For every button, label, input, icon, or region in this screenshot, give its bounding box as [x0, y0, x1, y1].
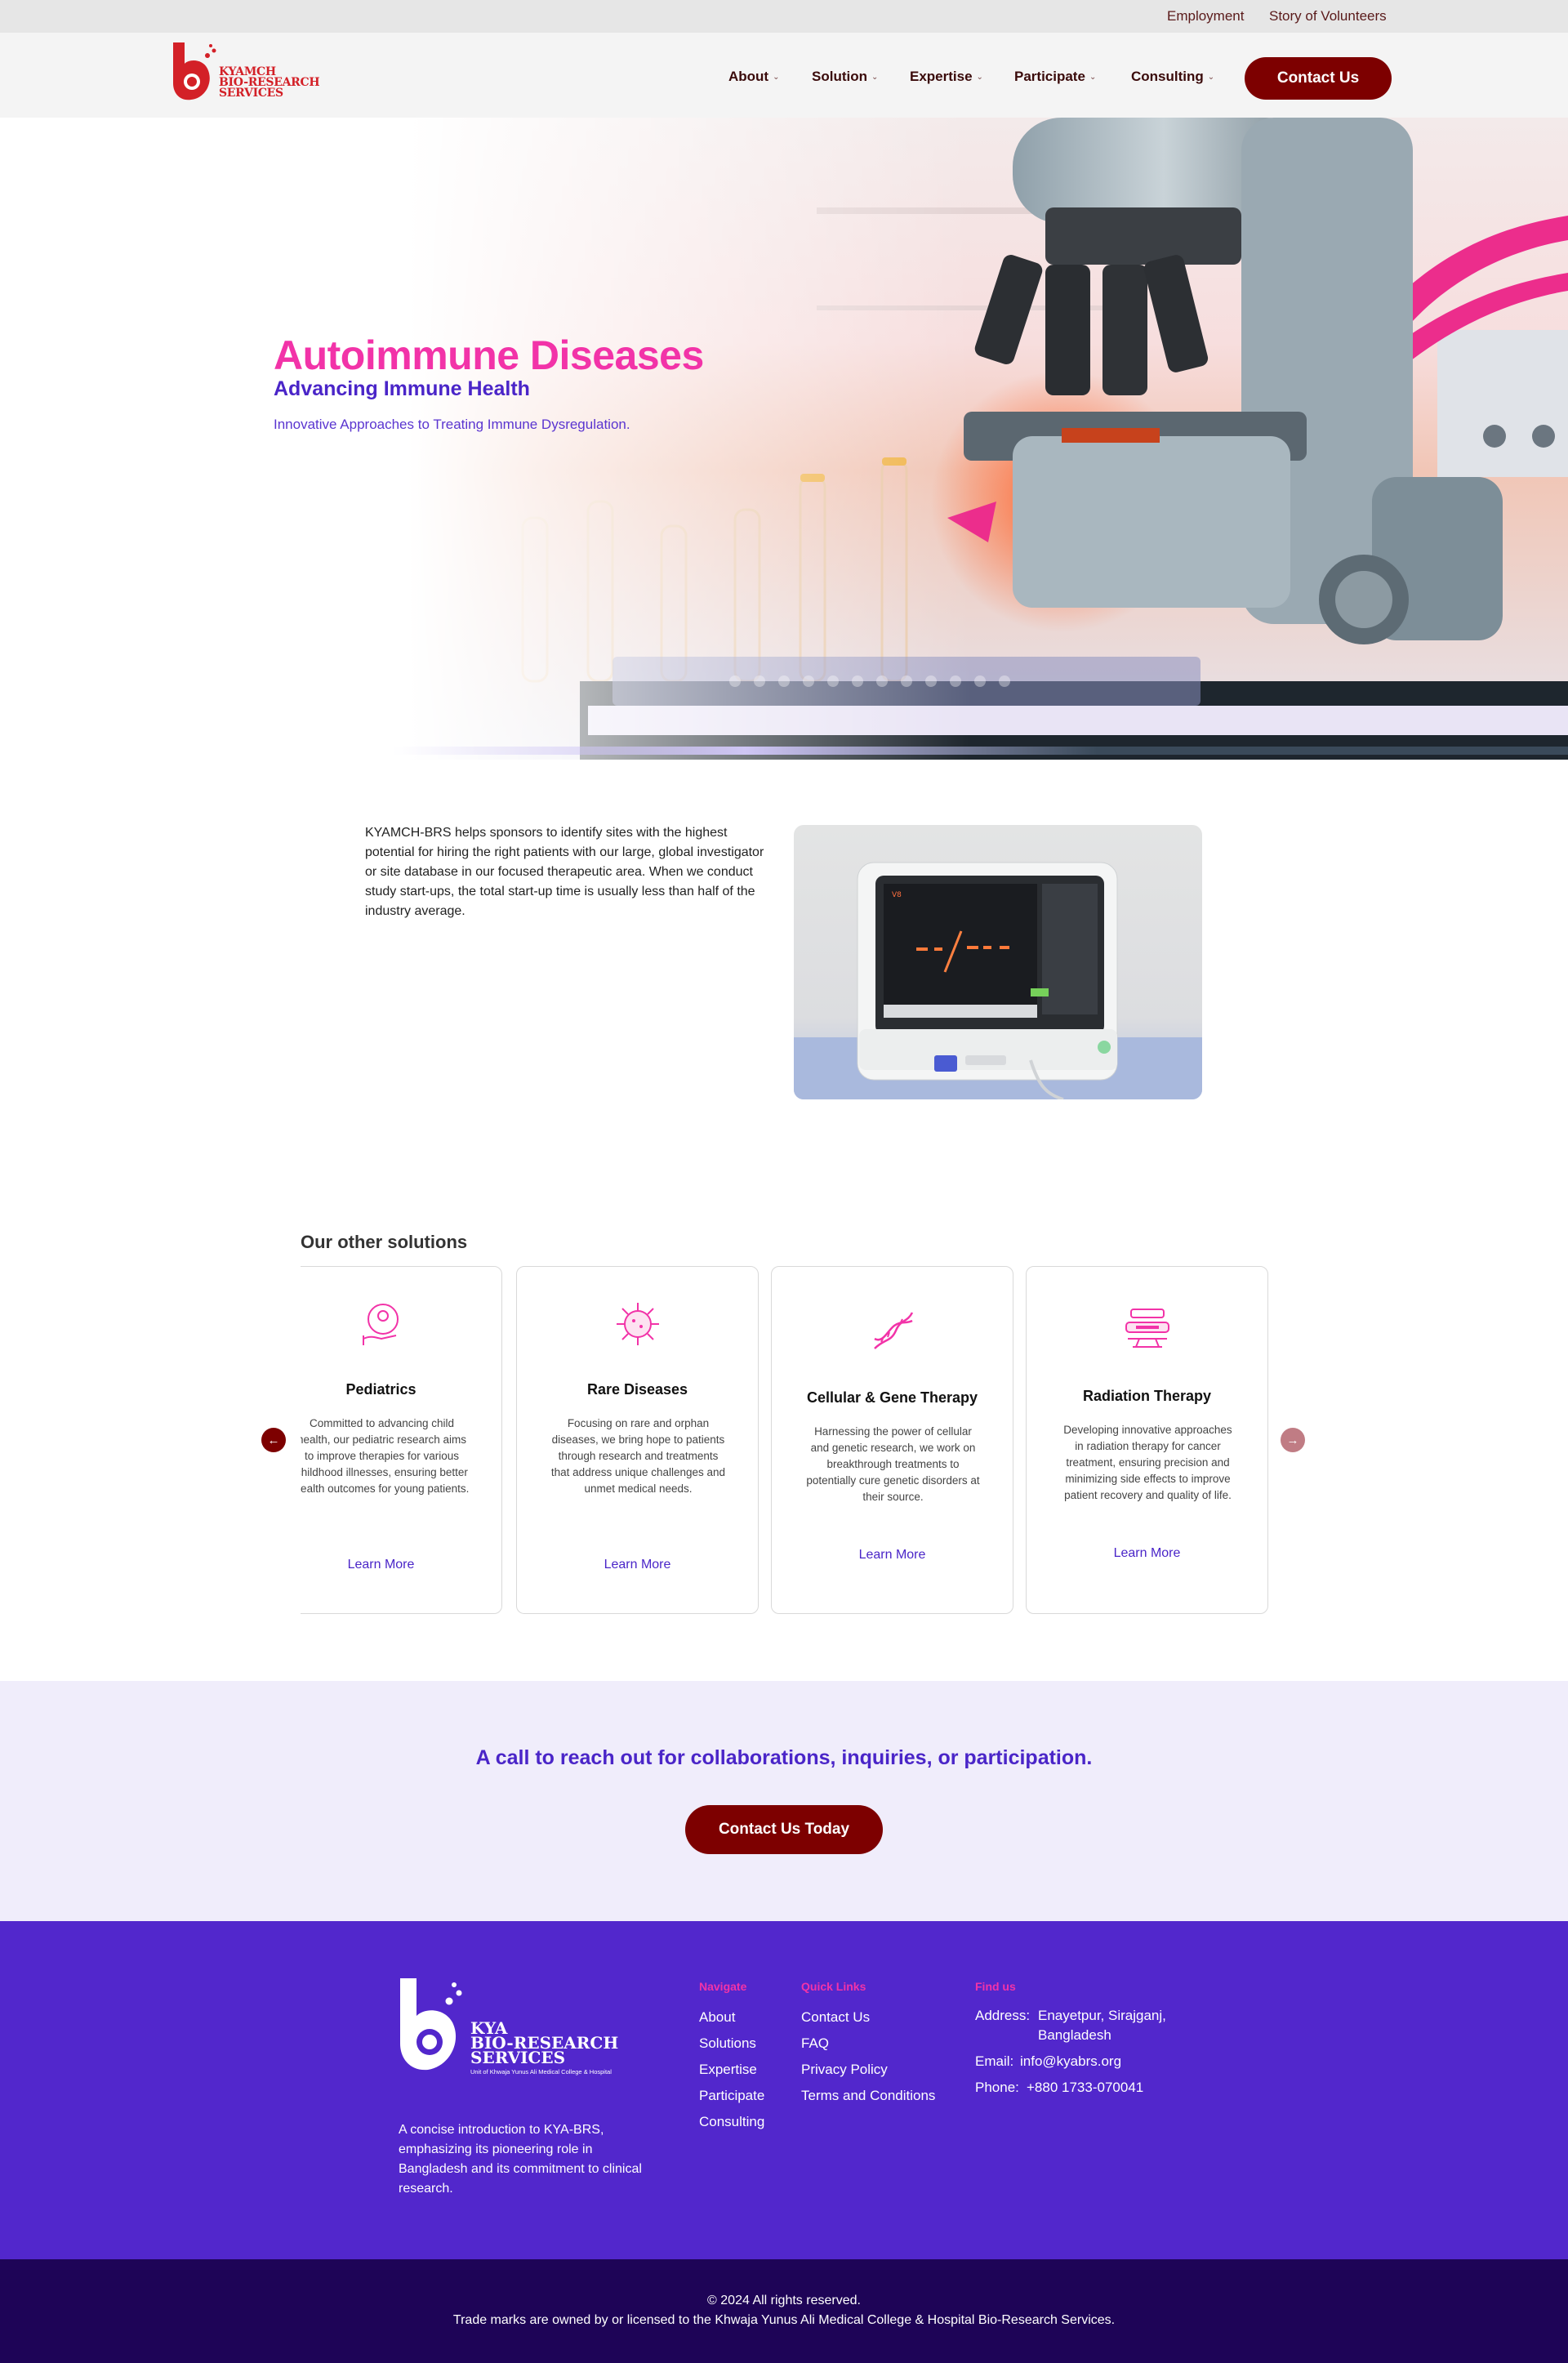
carousel-prev-arrow-icon[interactable]: ← — [261, 1428, 286, 1452]
nav-expertise[interactable]: Expertise ⌄ — [910, 69, 983, 85]
hero-subtitle: Advancing Immune Health — [274, 377, 530, 400]
site-footer: KYA BIO-RESEARCH SERVICES Unit of Khwaja… — [0, 1921, 1568, 2259]
footer-link-terms[interactable]: Terms and Conditions — [801, 2088, 935, 2104]
footer-link-contact-us[interactable]: Contact Us — [801, 2009, 870, 2026]
solution-card: Radiation Therapy Developing innovative … — [1026, 1266, 1268, 1614]
chevron-down-icon: ⌄ — [976, 72, 983, 82]
footer-email[interactable]: info@kyabrs.org — [1020, 2052, 1121, 2071]
hero-bottom-strip — [392, 747, 1568, 755]
solution-card: Rare Diseases Focusing on rare and orpha… — [516, 1266, 759, 1614]
solution-card: Cellular & Gene Therapy Harnessing the p… — [771, 1266, 1013, 1614]
footer-about-text: A concise introduction to KYA-BRS, empha… — [399, 2123, 642, 2196]
cta-section: A call to reach out for collaborations, … — [0, 1681, 1568, 1921]
nav-participate[interactable]: Participate ⌄ — [1014, 69, 1096, 85]
solution-card-title: Rare Diseases — [586, 1381, 688, 1398]
solution-card: Pediatrics Committed to advancing child … — [301, 1266, 502, 1614]
footer-address-label: Address: — [975, 2008, 1031, 2023]
patient-monitor-illustration: V8 — [794, 862, 1202, 1099]
footer-link-faq[interactable]: FAQ — [801, 2035, 829, 2052]
contact-us-today-button[interactable]: Contact Us Today — [685, 1805, 883, 1854]
footer-phone[interactable]: +880 1733-070041 — [1027, 2078, 1143, 2098]
logo-mark-icon — [400, 1978, 462, 2071]
solution-card-title: Pediatrics — [345, 1381, 416, 1398]
chevron-down-icon: ⌄ — [773, 72, 780, 82]
nav-solution[interactable]: Solution ⌄ — [812, 69, 878, 85]
solution-card-description: Harnessing the power of cellular and gen… — [806, 1425, 980, 1503]
trademark-text: Trade marks are owned by or licensed to … — [452, 2313, 1116, 2327]
site-header: KYAMCH BIO-RESEARCH SERVICES About ⌄ Solu… — [0, 33, 1568, 118]
solution-card-title: Cellular & Gene Therapy — [806, 1389, 978, 1406]
utility-bar: Employment Story of Volunteers — [0, 0, 1568, 33]
footer-email-label: Email: — [975, 2053, 1014, 2069]
footer-quick-links-title: Quick Links — [801, 1980, 866, 1993]
employment-link[interactable]: Employment — [1167, 8, 1244, 25]
solution-card-description: Developing innovative approaches in radi… — [1063, 1424, 1232, 1501]
nav-about[interactable]: About ⌄ — [728, 69, 779, 85]
footer-link-expertise[interactable]: Expertise — [699, 2062, 757, 2078]
contact-us-button[interactable]: Contact Us — [1245, 57, 1392, 100]
footer-link-consulting[interactable]: Consulting — [699, 2114, 764, 2130]
footer-address-line2: Bangladesh — [1038, 2027, 1111, 2043]
hero-description: Innovative Approaches to Treating Immune… — [274, 417, 630, 432]
solution-card-description: Focusing on rare and orphan diseases, we… — [550, 1417, 726, 1495]
nav-consulting[interactable]: Consulting ⌄ — [1131, 69, 1214, 85]
learn-more-link[interactable]: Learn More — [772, 1548, 1013, 1563]
story-of-volunteers-link[interactable]: Story of Volunteers — [1269, 8, 1387, 25]
hero-overlay — [0, 118, 1568, 760]
logo-wordmark: KYAMCH BIO-RESEARCH SERVICES — [219, 65, 320, 100]
footer-link-participate[interactable]: Participate — [699, 2088, 764, 2104]
hero-title: Autoimmune Diseases — [274, 332, 704, 378]
copyright-bar: © 2024 All rights reserved. Trade marks … — [0, 2259, 1568, 2363]
solution-card-title: Radiation Therapy — [1082, 1388, 1212, 1404]
footer-logo[interactable]: KYA BIO-RESEARCH SERVICES Unit of Khwaja… — [397, 1978, 634, 2093]
virus-icon — [617, 1303, 659, 1345]
learn-more-link[interactable]: Learn More — [517, 1558, 758, 1572]
footer-link-privacy-policy[interactable]: Privacy Policy — [801, 2062, 888, 2078]
radiation-machine-icon — [1125, 1309, 1169, 1348]
chevron-down-icon: ⌄ — [1207, 72, 1215, 82]
intro-paragraph: KYAMCH-BRS helps sponsors to identify si… — [365, 826, 764, 918]
footer-logo-tagline: Unit of Khwaja Yunus Ali Medical College… — [470, 2068, 612, 2075]
site-logo[interactable]: KYAMCH BIO-RESEARCH SERVICES — [170, 39, 333, 106]
footer-navigate-title: Navigate — [699, 1980, 747, 1993]
logo-mark-icon — [173, 42, 216, 100]
hero-banner: Autoimmune Diseases Advancing Immune Hea… — [0, 118, 1568, 760]
child-hand-icon — [363, 1304, 399, 1345]
solutions-heading: Our other solutions — [301, 1232, 468, 1252]
dna-icon — [874, 1312, 914, 1349]
chevron-down-icon: ⌄ — [1089, 72, 1097, 82]
footer-link-about[interactable]: About — [699, 2009, 735, 2026]
learn-more-link[interactable]: Learn More — [301, 1558, 501, 1572]
monitor-screen-label: V8 — [892, 891, 902, 899]
medical-device-image: V8 — [794, 825, 1202, 1099]
footer-address-line1: Enayetpur, Sirajganj, — [1038, 2008, 1166, 2023]
footer-phone-label: Phone: — [975, 2080, 1019, 2095]
carousel-next-arrow-icon[interactable]: → — [1281, 1428, 1305, 1452]
solution-card-description: Committed to advancing child health, our… — [301, 1417, 470, 1495]
chevron-down-icon: ⌄ — [871, 72, 879, 82]
footer-link-solutions[interactable]: Solutions — [699, 2035, 756, 2052]
footer-logo-wordmark: KYA BIO-RESEARCH SERVICES — [470, 2018, 619, 2067]
learn-more-link[interactable]: Learn More — [1027, 1546, 1267, 1561]
solutions-carousel: Pediatrics Committed to advancing child … — [301, 1266, 1269, 1616]
cta-text: A call to reach out for collaborations, … — [475, 1746, 1093, 1769]
copyright-text: © 2024 All rights reserved. — [707, 2294, 861, 2307]
footer-find-us-title: Find us — [975, 1980, 1016, 1993]
